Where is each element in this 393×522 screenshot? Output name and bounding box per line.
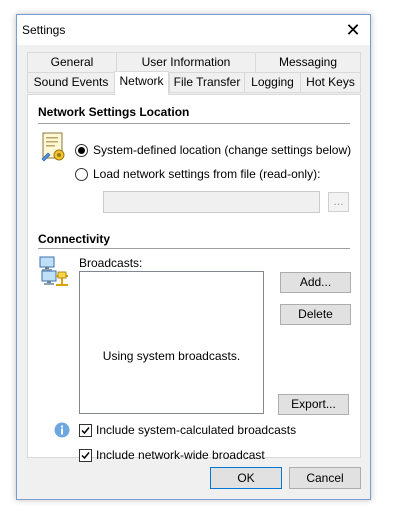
network-computers-icon xyxy=(38,255,72,290)
radio-file-location-label: Load network settings from file (read-on… xyxy=(93,167,321,181)
broadcasts-list[interactable]: Using system broadcasts. xyxy=(79,271,264,414)
tab-messaging[interactable]: Messaging xyxy=(255,52,361,73)
checkbox-network-wide-label: Include network-wide broadcast xyxy=(96,448,265,462)
connectivity-section-title: Connectivity xyxy=(38,232,111,246)
radio-system-location[interactable] xyxy=(75,144,88,157)
location-divider xyxy=(38,123,350,124)
checkbox-system-calculated-label: Include system-calculated broadcasts xyxy=(96,423,297,437)
location-section-title: Network Settings Location xyxy=(38,105,190,119)
export-broadcasts-button[interactable]: Export... xyxy=(278,394,349,415)
broadcasts-label: Broadcasts: xyxy=(79,256,143,270)
tab-general[interactable]: General xyxy=(27,52,117,73)
broadcasts-list-message: Using system broadcasts. xyxy=(102,349,241,363)
radio-file-location[interactable] xyxy=(75,168,88,181)
settings-dialog: Settings ✕ General User Information Mess… xyxy=(16,14,371,500)
window-title: Settings xyxy=(22,23,66,37)
tab-network[interactable]: Network xyxy=(114,71,169,95)
close-button[interactable]: ✕ xyxy=(336,15,370,45)
tab-hot-keys[interactable]: Hot Keys xyxy=(300,72,361,93)
close-icon: ✕ xyxy=(345,19,361,40)
network-settings-icon xyxy=(40,131,68,168)
checkbox-system-calculated[interactable] xyxy=(79,424,92,437)
info-icon xyxy=(54,422,70,441)
tab-user-information[interactable]: User Information xyxy=(116,52,256,73)
ok-button[interactable]: OK xyxy=(210,467,282,489)
file-path-input[interactable] xyxy=(103,191,320,213)
radio-system-location-label: System-defined location (change settings… xyxy=(93,143,352,157)
tab-logging[interactable]: Logging xyxy=(244,72,301,93)
cancel-button[interactable]: Cancel xyxy=(289,467,361,489)
add-broadcast-button[interactable]: Add... xyxy=(280,272,351,293)
title-bar: Settings ✕ xyxy=(17,15,370,45)
network-tab-panel: Network Settings Location System-defined… xyxy=(27,94,361,462)
browse-button[interactable]: ... xyxy=(328,192,349,212)
connectivity-divider xyxy=(38,248,350,249)
checkbox-network-wide[interactable] xyxy=(79,449,92,462)
tab-file-transfer[interactable]: File Transfer xyxy=(169,72,245,93)
delete-broadcast-button[interactable]: Delete xyxy=(280,304,351,325)
tab-sound-events[interactable]: Sound Events xyxy=(27,72,115,93)
